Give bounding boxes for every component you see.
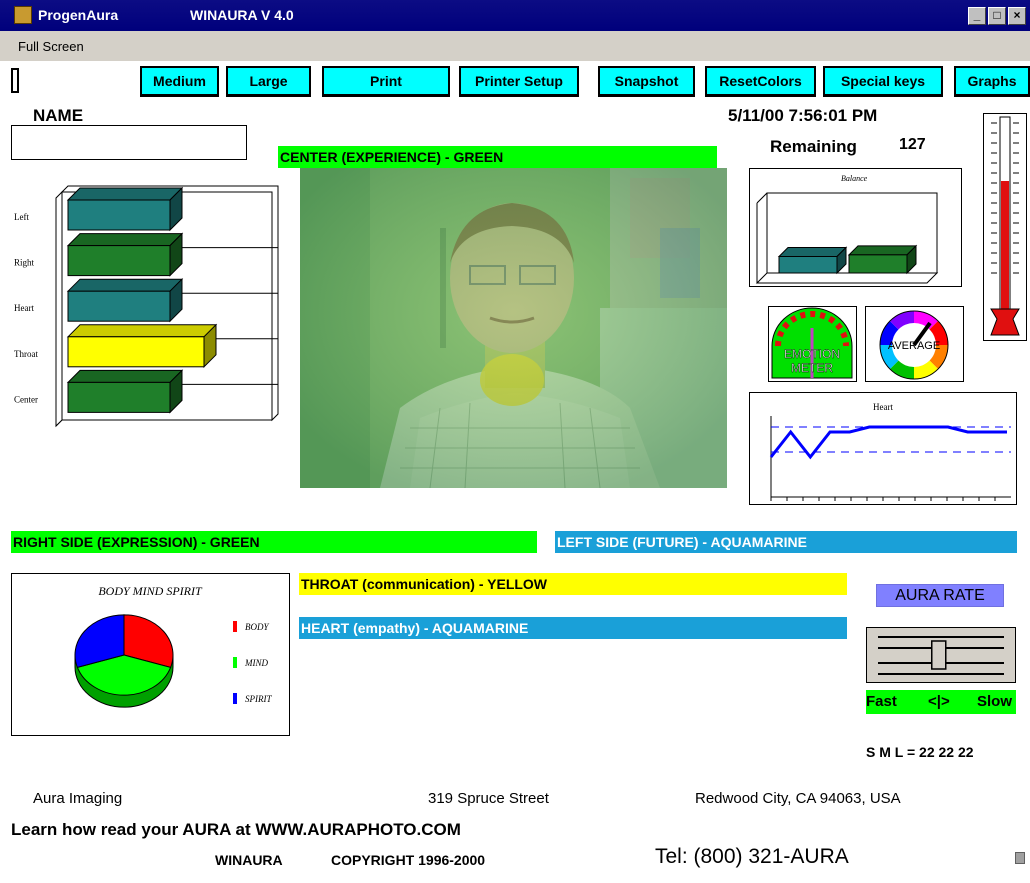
chakra-bar (67, 336, 205, 368)
center-band: CENTER (EXPERIENCE) - GREEN (278, 146, 717, 168)
close-button[interactable]: × (1008, 7, 1026, 25)
street-address: 319 Spruce Street (428, 790, 549, 807)
heart-band: HEART (empathy) - AQUAMARINE (299, 617, 847, 639)
chakra-bar-top (66, 233, 184, 247)
legend-label: MIND (244, 658, 268, 668)
remaining-value: 127 (899, 136, 926, 153)
slider-thumb[interactable] (931, 640, 947, 670)
speed-divider: <|> (928, 693, 950, 710)
menu-bar (0, 31, 1030, 61)
average-dial-label: AVERAGE (888, 340, 940, 352)
chakra-bar-chart: Left Right Heart Throat Center (14, 185, 279, 428)
speed-bar: Fast <|> Slow (866, 690, 1016, 714)
copyright: COPYRIGHT 1996-2000 (331, 852, 486, 868)
minimize-button[interactable]: _ (968, 7, 986, 25)
legend-swatch (233, 657, 237, 668)
heart-line-chart: Heart (769, 402, 1011, 501)
toolbar-left-toggle[interactable] (11, 68, 19, 93)
reset-colors-button[interactable]: ResetColors (705, 66, 816, 97)
balance-bar-chart: Balance (755, 174, 939, 284)
app-icon[interactable] (14, 6, 32, 24)
average-dial: AVERAGE (865, 306, 964, 382)
body-mind-spirit-pie: BODY MIND SPIRIT BODY MIND SPIRIT (74, 584, 272, 708)
chakra-label: Right (14, 258, 35, 268)
name-label: NAME (33, 106, 84, 125)
chakra-bar (67, 381, 171, 413)
chakra-label: Center (14, 394, 38, 404)
right-side-band: RIGHT SIDE (EXPRESSION) - GREEN (11, 531, 537, 553)
name-field[interactable] (11, 125, 247, 160)
legend-swatch (233, 693, 237, 704)
chakra-bar (67, 245, 171, 277)
graphs-button[interactable]: Graphs (954, 66, 1030, 97)
printer-setup-button[interactable]: Printer Setup (459, 66, 579, 97)
menu-item-full-screen[interactable]: Full Screen (18, 39, 84, 54)
telephone: Tel: (800) 321-AURA (655, 845, 849, 868)
city-address: Redwood City, CA 94063, USA (695, 790, 901, 807)
balance-bar-top (847, 245, 918, 256)
title-bar (0, 0, 1030, 31)
special-keys-button[interactable]: Special keys (823, 66, 943, 97)
legend-label: SPIRIT (245, 694, 272, 704)
heart-title: Heart (873, 402, 893, 412)
date-time: 5/11/00 7:56:01 PM (728, 106, 878, 125)
chakra-label: Left (14, 212, 29, 222)
fast-label: Fast (866, 693, 897, 710)
aura-rate-label: AURA RATE (876, 584, 1004, 607)
resize-grip-icon[interactable] (1015, 852, 1025, 864)
balance-bar (778, 256, 838, 274)
emotion-meter-label-1: EMOTION (784, 347, 840, 361)
chakra-bar (67, 290, 171, 322)
maximize-button[interactable]: □ (988, 7, 1006, 25)
slow-label: Slow (976, 693, 1012, 710)
learn-link-text: Learn how read your AURA at WWW.AURAPHOT… (11, 820, 461, 839)
remaining-label: Remaining (770, 137, 857, 156)
chakra-bar (67, 199, 171, 231)
app-name: ProgenAura (38, 7, 119, 23)
emotion-meter-label-2: METER (791, 361, 833, 375)
thermometer-gauge (990, 116, 1020, 336)
company-name: Aura Imaging (33, 790, 123, 807)
chakra-bar-top (66, 324, 218, 338)
aura-rate-slider-track[interactable] (866, 627, 1016, 683)
chakra-label: Heart (14, 303, 34, 313)
throat-band: THROAT (communication) - YELLOW (299, 573, 847, 595)
balance-bar-top (777, 247, 848, 257)
legend-swatch (233, 621, 237, 632)
emotion-meter: EMOTION METER (768, 306, 857, 382)
pie-title: BODY MIND SPIRIT (98, 584, 203, 598)
window-title: WINAURA V 4.0 (190, 7, 294, 23)
chakra-bar-top (66, 187, 184, 201)
legend-label: BODY (245, 622, 269, 632)
sml-readout: S M L = 22 22 22 (866, 744, 974, 760)
large-button[interactable]: Large (226, 66, 311, 97)
chakra-label: Throat (14, 349, 38, 359)
medium-button[interactable]: Medium (140, 66, 219, 97)
balance-bar (848, 254, 908, 274)
balance-title: Balance (841, 174, 868, 183)
print-button[interactable]: Print (322, 66, 450, 97)
product-name: WINAURA (215, 852, 283, 868)
snapshot-button[interactable]: Snapshot (598, 66, 695, 97)
chakra-bar-top (66, 278, 184, 292)
chakra-bar-top (66, 369, 184, 383)
aura-photo (300, 168, 727, 488)
left-side-band: LEFT SIDE (FUTURE) - AQUAMARINE (555, 531, 1017, 553)
